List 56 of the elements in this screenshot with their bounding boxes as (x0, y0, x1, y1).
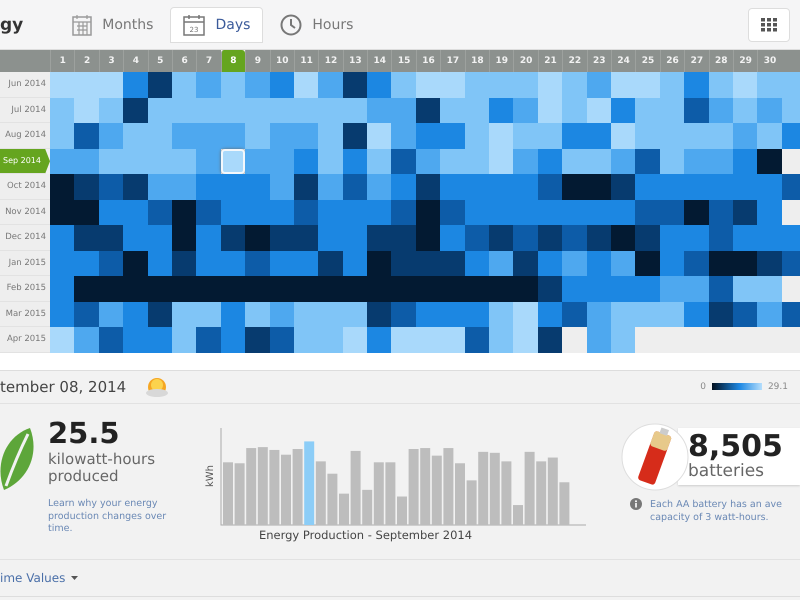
month-label[interactable]: Feb 2015 (0, 276, 50, 302)
day-header[interactable]: 4 (123, 50, 148, 72)
energy-unit: kilowatt-hours produced (48, 451, 156, 484)
day-header[interactable]: 17 (440, 50, 465, 72)
day-header[interactable]: 5 (148, 50, 172, 72)
day-header[interactable]: 20 (513, 50, 538, 72)
day-header[interactable]: 28 (708, 50, 733, 72)
app-title: gy (0, 14, 24, 34)
day-header[interactable]: 21 (538, 50, 562, 72)
day-header[interactable]: 1 (50, 50, 74, 72)
day-header[interactable]: 23 (586, 50, 611, 72)
day-header[interactable]: 11 (294, 50, 318, 72)
month-label[interactable]: Jan 2015 (0, 250, 50, 276)
legend-max: 29.1 (768, 382, 788, 392)
axis-label: kWh (205, 465, 216, 488)
battery-unit: batteries (688, 462, 766, 481)
month-label[interactable]: Jun 2014 (0, 72, 50, 98)
day-header[interactable]: 3 (98, 50, 124, 72)
month-label[interactable]: Aug 2014 (0, 123, 50, 148)
day-header[interactable]: 27 (684, 50, 709, 72)
day-header[interactable]: 6 (172, 50, 196, 72)
day-header[interactable]: 22 (562, 50, 587, 72)
day-header[interactable]: 29 (732, 50, 758, 72)
month-label[interactable]: Jul 2014 (0, 98, 50, 123)
day-header[interactable]: 13 (342, 50, 368, 72)
day-header[interactable]: 8 (220, 50, 246, 72)
day-header[interactable]: 18 (464, 50, 490, 72)
selected-date: tember 08, 2014 (0, 378, 126, 396)
day-header[interactable]: 9 (245, 50, 270, 72)
day-header[interactable]: 16 (416, 50, 440, 72)
view-tab[interactable]: Months (59, 6, 166, 42)
values-dropdown[interactable]: ime Values (0, 570, 78, 584)
month-label[interactable]: Oct 2014 (0, 174, 50, 200)
month-label[interactable]: Mar 2015 (0, 302, 50, 327)
day-header[interactable]: 7 (196, 50, 221, 72)
month-label[interactable]: Apr 2015 (0, 327, 50, 352)
day-header[interactable]: 30 (757, 50, 782, 72)
month-label[interactable]: Dec 2014 (0, 225, 50, 250)
chart-title: Energy Production - September 2014 (258, 528, 472, 542)
month-label[interactable]: Nov 2014 (0, 200, 50, 225)
day-header[interactable]: 26 (660, 50, 684, 72)
view-tab[interactable]: Hours (267, 6, 366, 42)
battery-count: 8,505 (688, 432, 784, 462)
month-label[interactable]: Sep 2014 (0, 148, 50, 174)
learn-more-link[interactable]: Learn why your energy production changes over time. (48, 498, 188, 536)
day-header[interactable]: 2 (74, 50, 99, 72)
day-header[interactable]: 10 (270, 50, 294, 72)
energy-value: 25.5 (48, 418, 121, 450)
day-header[interactable]: 14 (367, 50, 392, 72)
day-header[interactable]: 24 (610, 50, 636, 72)
day-header[interactable]: 12 (318, 50, 343, 72)
legend-min: 0 (700, 382, 706, 392)
day-header[interactable]: 25 (635, 50, 660, 72)
day-header[interactable]: 15 (391, 50, 416, 72)
day-header[interactable]: 19 (489, 50, 514, 72)
battery-note: Each AA battery has an ave capacity of 3 watt-hours. (650, 498, 782, 524)
